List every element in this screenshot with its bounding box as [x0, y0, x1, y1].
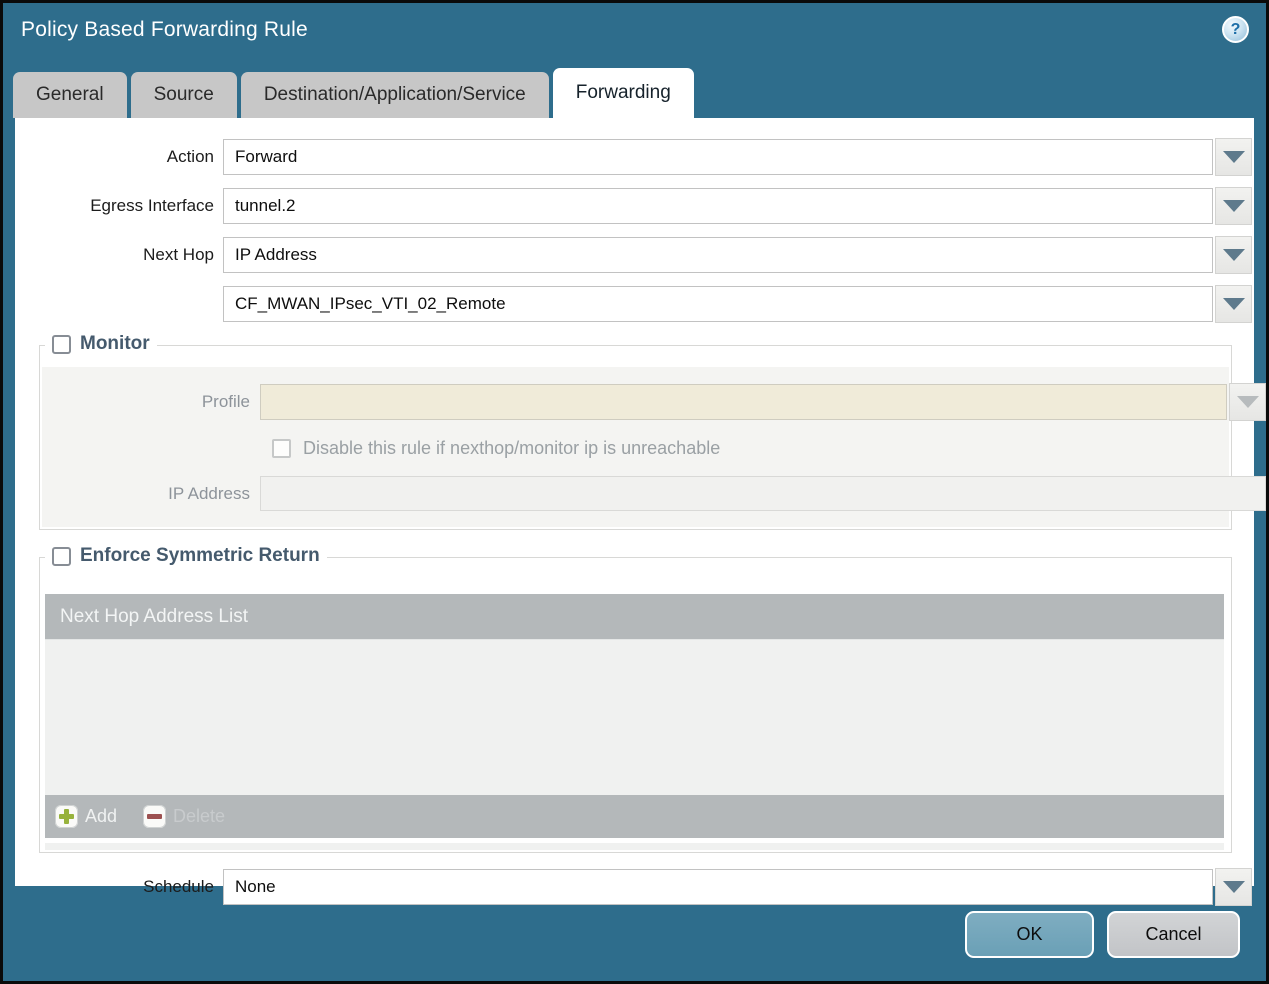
delete-button-label: Delete — [173, 806, 226, 826]
next-hop-address-row: CF_MWAN_IPsec_VTI_02_Remote — [15, 285, 1254, 323]
cancel-button[interactable]: Cancel — [1107, 911, 1240, 958]
action-select[interactable]: Forward — [223, 139, 1213, 175]
symmetric-return-fieldset: Enforce Symmetric Return Next Hop Addres… — [39, 545, 1232, 853]
egress-interface-row: Egress Interface tunnel.2 — [15, 187, 1254, 225]
profile-dropdown-button — [1229, 383, 1266, 421]
tab-bar: General Source Destination/Application/S… — [3, 55, 1266, 118]
profile-row: Profile — [42, 383, 1266, 421]
action-dropdown-button[interactable] — [1215, 138, 1252, 176]
tab-source-label: Source — [153, 84, 214, 105]
tab-forwarding-label: Forwarding — [575, 82, 671, 103]
policy-based-forwarding-dialog: Policy Based Forwarding Rule ? General S… — [0, 0, 1269, 984]
help-glyph: ? — [1230, 20, 1241, 38]
profile-label: Profile — [201, 392, 250, 411]
add-button[interactable]: Add — [55, 805, 117, 828]
action-row: Action Forward — [15, 138, 1254, 176]
monitor-fieldset: Monitor Profile Disable this rule if nex… — [39, 333, 1266, 530]
add-button-label: Add — [85, 806, 118, 826]
forwarding-tab-panel: Action Forward Egress Interface tunnel.2… — [15, 118, 1266, 906]
next-hop-address-dropdown-button[interactable] — [1215, 285, 1252, 323]
symmetric-return-legend-label: Enforce Symmetric Return — [80, 545, 320, 566]
next-hop-address-list-header-label: Next Hop Address List — [60, 605, 248, 627]
tab-forwarding[interactable]: Forwarding — [552, 68, 694, 118]
plus-icon — [55, 805, 78, 828]
next-hop-label: Next Hop — [143, 245, 214, 264]
monitor-legend: Monitor — [45, 333, 157, 355]
symmetric-return-checkbox[interactable] — [52, 546, 71, 566]
monitor-ip-address-input — [260, 476, 1266, 511]
dialog-titlebar: Policy Based Forwarding Rule ? — [3, 3, 1266, 55]
tab-destination-application-service-label: Destination/Application/Service — [263, 84, 526, 105]
schedule-label: Schedule — [143, 877, 214, 896]
disable-rule-label: Disable this rule if nexthop/monitor ip … — [303, 438, 721, 458]
dialog-actions: OK Cancel — [965, 911, 1240, 958]
monitor-ip-address-row: IP Address — [42, 476, 1266, 511]
monitor-panel: Profile Disable this rule if nexthop/mon… — [42, 367, 1266, 527]
next-hop-row: Next Hop IP Address — [15, 236, 1254, 274]
next-hop-type-select[interactable]: IP Address — [223, 237, 1213, 273]
tab-general[interactable]: General — [13, 72, 127, 118]
disable-rule-checkbox — [272, 439, 291, 458]
chevron-down-icon — [1222, 151, 1245, 163]
chevron-down-icon — [1236, 396, 1259, 408]
table-bottom-strip — [45, 843, 1224, 850]
monitor-ip-address-label: IP Address — [168, 483, 250, 503]
symmetric-return-legend: Enforce Symmetric Return — [45, 545, 327, 567]
egress-interface-dropdown-button[interactable] — [1215, 187, 1252, 225]
next-hop-address-list-body — [45, 640, 1224, 795]
action-label: Action — [166, 147, 214, 166]
help-icon[interactable]: ? — [1222, 16, 1249, 43]
chevron-down-icon — [1222, 298, 1245, 310]
tab-source[interactable]: Source — [130, 72, 237, 118]
next-hop-address-list-table: Next Hop Address List Add Delete — [45, 594, 1224, 838]
ok-button[interactable]: OK — [965, 911, 1094, 958]
next-hop-address-list-toolbar: Add Delete — [45, 795, 1224, 838]
egress-interface-select[interactable]: tunnel.2 — [223, 188, 1213, 224]
egress-interface-label: Egress Interface — [90, 196, 214, 215]
disable-rule-row: Disable this rule if nexthop/monitor ip … — [272, 438, 1229, 459]
tab-general-label: General — [36, 84, 104, 105]
schedule-select[interactable]: None — [223, 869, 1213, 905]
monitor-checkbox[interactable] — [52, 334, 71, 354]
tab-destination-application-service[interactable]: Destination/Application/Service — [240, 72, 549, 118]
next-hop-dropdown-button[interactable] — [1215, 236, 1252, 274]
chevron-down-icon — [1222, 881, 1245, 893]
next-hop-address-select[interactable]: CF_MWAN_IPsec_VTI_02_Remote — [223, 286, 1213, 322]
dialog-title: Policy Based Forwarding Rule — [21, 18, 308, 41]
profile-select — [260, 384, 1227, 420]
schedule-dropdown-button[interactable] — [1215, 868, 1252, 906]
next-hop-address-list-header: Next Hop Address List — [45, 594, 1224, 640]
minus-icon — [143, 805, 167, 828]
schedule-row: Schedule None — [15, 868, 1254, 906]
chevron-down-icon — [1222, 249, 1245, 261]
delete-button: Delete — [143, 805, 225, 828]
monitor-legend-label: Monitor — [80, 333, 150, 354]
chevron-down-icon — [1222, 200, 1245, 212]
